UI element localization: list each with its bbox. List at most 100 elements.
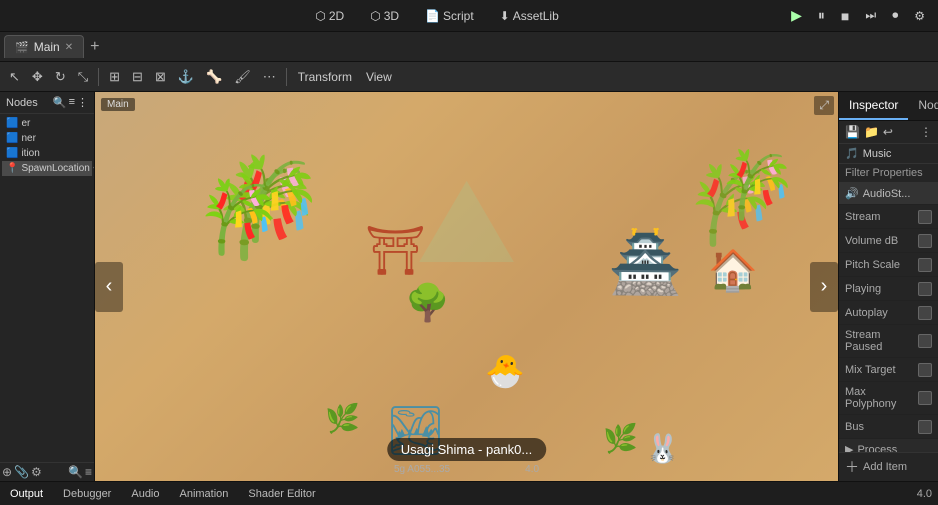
search-icon[interactable]: 🔍 bbox=[53, 96, 67, 109]
filter-properties-label: Filter Properties bbox=[839, 164, 938, 183]
node-tab[interactable]: Node bbox=[908, 92, 938, 120]
bus-value[interactable] bbox=[918, 420, 932, 434]
process-section[interactable]: ▶ Process bbox=[839, 439, 938, 452]
settings-button[interactable]: ⚙ bbox=[909, 7, 930, 25]
lock-tool-icon[interactable]: ⊠ bbox=[150, 66, 171, 88]
transform-label[interactable]: Transform bbox=[292, 68, 358, 86]
right-panel: Inspector Node 💾 📁 ↩ ⋮ 🎵 Music Filter Pr… bbox=[838, 92, 938, 481]
debugger-tab[interactable]: Debugger bbox=[59, 486, 115, 502]
node-label: er bbox=[21, 118, 30, 129]
eye-icon[interactable]: 👁 bbox=[93, 163, 94, 174]
scene-name-label: Usagi Shima - pank0... bbox=[387, 438, 547, 461]
tool-bar: ↖ ✥ ↻ ⤡ ⊞ ⊟ ⊠ ⚓ 🦴 🖌 ⋯ Transform View bbox=[0, 62, 938, 92]
snap-tool-icon[interactable]: ⊟ bbox=[127, 66, 148, 88]
process-label: Process bbox=[857, 444, 897, 453]
autoplay-value[interactable] bbox=[918, 306, 932, 320]
music-icon: 🎵 bbox=[845, 147, 859, 160]
scene-item[interactable]: 🟦 er bbox=[2, 116, 92, 131]
scale-tool-icon[interactable]: ⤡ bbox=[73, 66, 93, 88]
add-item-button[interactable]: ＋ bbox=[845, 457, 859, 477]
anchor-tool-icon[interactable]: ⚓ bbox=[173, 66, 199, 88]
search2-icon[interactable]: 🔍 bbox=[68, 465, 83, 479]
next-arrow-button[interactable]: › bbox=[810, 262, 838, 312]
stream-value[interactable] bbox=[918, 210, 932, 224]
properties-list: Stream Volume dB Pitch Scale Playing Aut… bbox=[839, 205, 938, 452]
2d-button[interactable]: ⬡ 2D bbox=[310, 7, 349, 25]
stream-label: Stream bbox=[845, 211, 918, 223]
inspector-tabs: Inspector Node bbox=[839, 92, 938, 121]
tab-close-icon[interactable]: ✕ bbox=[65, 42, 73, 53]
bus-property: Bus bbox=[839, 415, 938, 439]
volume-db-property: Volume dB bbox=[839, 229, 938, 253]
main-content: Nodes 🔍 ≡ ⋮ 🟦 er 🟦 ner 🟦 ition 📍 S bbox=[0, 92, 938, 481]
audio-icon: 🔊 bbox=[845, 187, 859, 200]
animation-tab[interactable]: Animation bbox=[176, 486, 233, 502]
main-tab[interactable]: 🎬 Main ✕ bbox=[4, 35, 84, 58]
node-icon: 🟦 bbox=[6, 118, 18, 129]
filter2-icon[interactable]: ≡ bbox=[85, 465, 92, 479]
skip-button[interactable]: ⏭ bbox=[860, 6, 881, 25]
view-label[interactable]: View bbox=[360, 68, 398, 86]
stop-button[interactable]: ■ bbox=[836, 6, 854, 26]
node-label: ition bbox=[21, 148, 39, 159]
audio-tab[interactable]: Audio bbox=[127, 486, 163, 502]
scene-item[interactable]: 🟦 ition bbox=[2, 146, 92, 161]
left-panel-header: Nodes 🔍 ≡ ⋮ bbox=[0, 92, 94, 114]
viewport: 🎋 🎋 🎋 ⛩ 🏯 🏠 🎋 🎋 🌳 🏞 🐣 🐰 🐑 🛒 🌿 🌿 bbox=[95, 92, 838, 481]
save-icon[interactable]: 💾 bbox=[845, 125, 860, 139]
playing-label: Playing bbox=[845, 283, 918, 295]
more-tool-icon[interactable]: ⋯ bbox=[258, 66, 281, 88]
max-polyphony-property: Max Polyphony bbox=[839, 382, 938, 415]
bone-tool-icon[interactable]: 🦴 bbox=[201, 66, 227, 88]
separator-2 bbox=[286, 68, 287, 86]
assetlib-button[interactable]: ⬇ AssetLib bbox=[495, 7, 564, 25]
stream-paused-value[interactable] bbox=[918, 334, 932, 348]
filter-icon[interactable]: ≡ bbox=[69, 96, 75, 109]
mix-target-value[interactable] bbox=[918, 363, 932, 377]
music-row: 🎵 Music bbox=[839, 144, 938, 164]
output-tab[interactable]: Output bbox=[6, 486, 47, 502]
scene-coords: 5g A055...35 4.0 bbox=[394, 464, 539, 475]
config-icon[interactable]: ⚙ bbox=[31, 465, 42, 479]
pause-button[interactable]: ⏸ bbox=[813, 5, 830, 26]
shader-editor-tab[interactable]: Shader Editor bbox=[244, 486, 319, 502]
rotate-tool-icon[interactable]: ↻ bbox=[50, 66, 71, 88]
audio-stream-header: 🔊 AudioSt... bbox=[839, 183, 938, 205]
fullscreen-button[interactable]: ⤢ bbox=[814, 96, 834, 115]
3d-button[interactable]: ⬡ 3D bbox=[365, 7, 404, 25]
max-polyphony-label: Max Polyphony bbox=[845, 386, 918, 410]
spawn-location-item[interactable]: 📍 SpawnLocation 👁 bbox=[2, 161, 92, 176]
paint-tool-icon[interactable]: 🖌 bbox=[229, 66, 256, 88]
history-icon[interactable]: ↩ bbox=[883, 125, 893, 139]
pitch-scale-property: Pitch Scale bbox=[839, 253, 938, 277]
tab-label: Main bbox=[34, 40, 60, 54]
zoom-level: 4.0 bbox=[525, 464, 539, 475]
pitch-scale-label: Pitch Scale bbox=[845, 259, 918, 271]
small-icons-bar: ⊕ 📎 ⚙ 🔍 ≡ bbox=[0, 462, 94, 481]
select-tool-icon[interactable]: ↖ bbox=[4, 66, 25, 88]
script-button[interactable]: 📄 Script bbox=[420, 7, 479, 25]
volume-db-value[interactable] bbox=[918, 234, 932, 248]
add-icon[interactable]: ⊕ bbox=[2, 465, 12, 479]
add-tab-button[interactable]: + bbox=[84, 36, 105, 58]
play-button[interactable]: ▶ bbox=[786, 5, 807, 26]
max-polyphony-value[interactable] bbox=[918, 391, 932, 405]
playing-value[interactable] bbox=[918, 282, 932, 296]
more-icon[interactable]: ⋮ bbox=[77, 96, 88, 109]
folder-icon[interactable]: 📁 bbox=[864, 125, 879, 139]
pitch-scale-value[interactable] bbox=[918, 258, 932, 272]
more-insp-icon[interactable]: ⋮ bbox=[920, 125, 932, 139]
move-tool-icon[interactable]: ✥ bbox=[27, 66, 48, 88]
prev-arrow-button[interactable]: ‹ bbox=[95, 262, 123, 312]
coord-text: 5g A055...35 bbox=[394, 464, 450, 475]
record-button[interactable]: ⏺ bbox=[887, 6, 903, 25]
inst-icon[interactable]: 📎 bbox=[14, 465, 29, 479]
grid-tool-icon[interactable]: ⊞ bbox=[104, 66, 125, 88]
music-label: Music bbox=[863, 148, 892, 160]
scene-item[interactable]: 🟦 ner bbox=[2, 131, 92, 146]
bottom-bar: Output Debugger Audio Animation Shader E… bbox=[0, 481, 938, 505]
node-label: ner bbox=[21, 133, 35, 144]
top-bar-center: ⬡ 2D ⬡ 3D 📄 Script ⬇ AssetLib bbox=[310, 7, 563, 25]
inspector-tab[interactable]: Inspector bbox=[839, 92, 908, 120]
add-item-label: Add Item bbox=[863, 461, 907, 473]
